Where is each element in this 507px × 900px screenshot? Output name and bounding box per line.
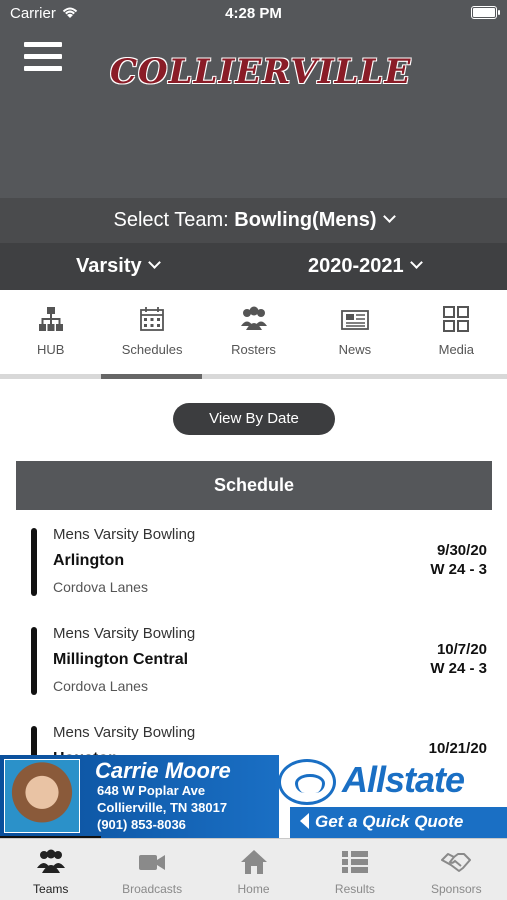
view-by-date-button[interactable]: View By Date <box>173 403 335 435</box>
event-title: Mens Varsity Bowling <box>53 625 196 642</box>
tab-label: HUB <box>36 342 65 357</box>
bottom-tab-home[interactable]: Home <box>203 839 304 900</box>
handshake-icon <box>441 853 472 872</box>
agent-photo <box>4 759 80 833</box>
bottom-tab-bar: Teams Broadcasts Home Results Sponsors <box>0 838 507 900</box>
bottom-tab-broadcasts[interactable]: Broadcasts <box>101 839 202 900</box>
hamburger-menu-icon[interactable] <box>24 42 62 74</box>
venue-name: Cordova Lanes <box>53 678 148 694</box>
active-tab-indicator <box>101 374 202 379</box>
tab-media[interactable]: Media <box>406 290 507 374</box>
app-header: Carrier 4:28 PM COLLIERVILLE <box>0 0 507 198</box>
event-date: 10/7/20 <box>436 641 487 658</box>
chevron-down-icon <box>382 210 396 223</box>
schedule-row[interactable]: Mens Varsity Bowling Millington Central … <box>0 619 507 709</box>
calendar-icon <box>140 307 165 331</box>
bottom-tab-teams[interactable]: Teams <box>0 839 101 900</box>
level-selector[interactable]: Varsity <box>76 255 161 278</box>
tab-label: Rosters <box>231 342 276 357</box>
level-value: Varsity <box>76 255 142 277</box>
newspaper-icon <box>341 310 369 330</box>
tab-news[interactable]: News <box>304 290 405 374</box>
agent-address-line2: Collierville, TN 38017 <box>97 800 228 815</box>
clock: 4:28 PM <box>225 5 282 22</box>
home-icon <box>240 850 267 874</box>
tab-track <box>0 374 507 379</box>
event-date: 9/30/20 <box>436 542 487 559</box>
battery-icon <box>471 6 500 19</box>
tab-hub[interactable]: HUB <box>0 290 101 374</box>
grid-icon <box>443 306 470 332</box>
team-select-label: Select Team: <box>113 209 229 231</box>
tab-schedules[interactable]: Schedules <box>101 290 202 374</box>
opponent-name: Millington Central <box>53 651 189 668</box>
bottom-tab-label: Home <box>237 882 270 896</box>
bottom-tab-label: Broadcasts <box>122 882 183 896</box>
school-logo: COLLIERVILLE <box>110 52 412 92</box>
tab-label: Schedules <box>121 342 183 357</box>
brand-name: Allstate <box>342 759 465 800</box>
people-icon <box>240 306 267 330</box>
section-tabs: HUB Schedules Rosters News Media <box>0 290 507 374</box>
filter-bar: Varsity 2020-2021 <box>0 243 507 290</box>
row-accent-bar <box>31 528 37 596</box>
status-bar: Carrier 4:28 PM <box>0 0 507 28</box>
arrow-left-icon <box>300 813 309 829</box>
chevron-down-icon <box>147 256 161 269</box>
allstate-hands-icon <box>278 759 336 805</box>
quote-cta-label: Get a Quick Quote <box>315 812 464 831</box>
tab-label: News <box>338 342 372 357</box>
tab-rosters[interactable]: Rosters <box>203 290 304 374</box>
agent-address-line1: 648 W Poplar Ave <box>97 783 206 798</box>
season-selector[interactable]: 2020-2021 <box>308 255 423 278</box>
event-title: Mens Varsity Bowling <box>53 724 196 741</box>
agent-phone: (901) 853-8036 <box>97 817 186 832</box>
team-selector[interactable]: Select Team: Bowling(Mens) <box>0 198 507 243</box>
opponent-name: Arlington <box>53 552 125 569</box>
quote-cta[interactable]: Get a Quick Quote <box>300 811 463 832</box>
sponsor-ad-banner[interactable]: Carrie Moore 648 W Poplar Ave Colliervil… <box>0 755 507 838</box>
row-accent-bar <box>31 627 37 695</box>
hub-icon <box>38 307 63 331</box>
schedule-row[interactable]: Mens Varsity Bowling Arlington Cordova L… <box>0 520 507 610</box>
team-select-value: Bowling(Mens) <box>234 209 377 231</box>
event-result: W 24 - 3 <box>430 660 487 677</box>
schedule-header: Schedule <box>16 461 492 510</box>
venue-name: Cordova Lanes <box>53 579 148 595</box>
bottom-tab-results[interactable]: Results <box>304 839 405 900</box>
bottom-tab-label: Teams <box>33 882 69 896</box>
agent-name: Carrie Moore <box>95 758 231 783</box>
season-value: 2020-2021 <box>308 255 404 277</box>
event-result: W 24 - 3 <box>430 561 487 578</box>
bottom-tab-label: Results <box>334 882 375 896</box>
bottom-tab-label: Sponsors <box>430 882 482 896</box>
event-title: Mens Varsity Bowling <box>53 526 196 543</box>
teams-icon <box>36 849 65 873</box>
results-list-icon <box>341 851 368 873</box>
tab-label: Media <box>438 342 475 357</box>
chevron-down-icon <box>409 256 423 269</box>
video-camera-icon <box>139 855 166 870</box>
bottom-tab-sponsors[interactable]: Sponsors <box>406 839 507 900</box>
